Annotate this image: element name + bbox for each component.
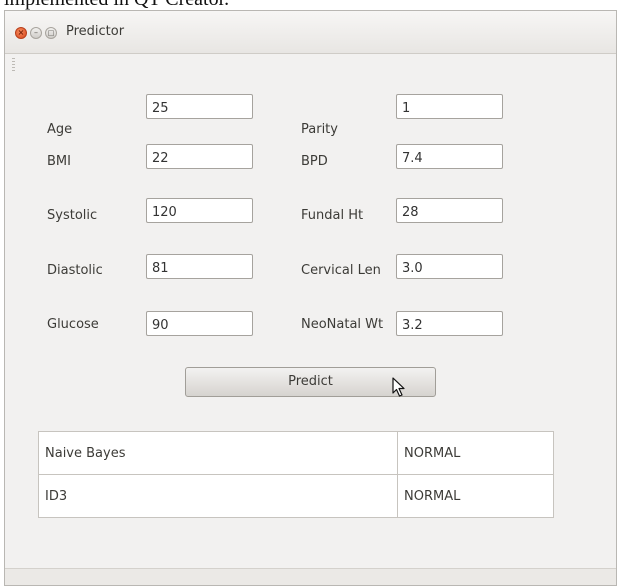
status-bar [5,568,616,585]
fundal-ht-label: Fundal Ht [301,208,364,223]
age-label: Age [47,122,73,137]
neonatal-wt-input[interactable] [396,311,503,336]
systolic-label: Systolic [47,208,98,223]
result-model-name: ID3 [38,474,398,518]
maximize-icon[interactable]: □ [45,27,57,39]
mouse-pointer-icon [392,377,405,397]
bpd-label: BPD [301,154,328,169]
bpd-input[interactable] [396,144,503,169]
parity-input[interactable] [396,94,503,119]
bmi-input[interactable] [146,144,253,169]
results-table: Naive Bayes NORMAL ID3 NORMAL [38,431,554,518]
table-row: Naive Bayes NORMAL [38,431,554,475]
result-value: NORMAL [397,431,554,475]
fundal-ht-input[interactable] [396,198,503,223]
close-icon[interactable]: × [15,27,27,39]
diastolic-label: Diastolic [47,263,103,278]
result-value: NORMAL [397,474,554,518]
cervical-len-label: Cervical Len [301,263,381,278]
glucose-input[interactable] [146,311,253,336]
minimize-icon[interactable]: – [30,27,42,39]
age-input[interactable] [146,94,253,119]
result-model-name: Naive Bayes [38,431,398,475]
table-row: ID3 NORMAL [38,474,554,518]
parity-label: Parity [301,122,338,137]
toolbar-grip-handle[interactable] [12,58,15,72]
diastolic-input[interactable] [146,254,253,279]
glucose-label: Glucose [47,317,99,332]
predictor-window: × – □ Predictor Age BMI Systolic Diastol… [4,10,617,586]
systolic-input[interactable] [146,198,253,223]
cervical-len-input[interactable] [396,254,503,279]
window-title: Predictor [66,24,125,39]
title-bar[interactable]: × – □ Predictor [5,11,616,54]
bmi-label: BMI [47,154,71,169]
neonatal-wt-label: NeoNatal Wt [301,317,384,332]
